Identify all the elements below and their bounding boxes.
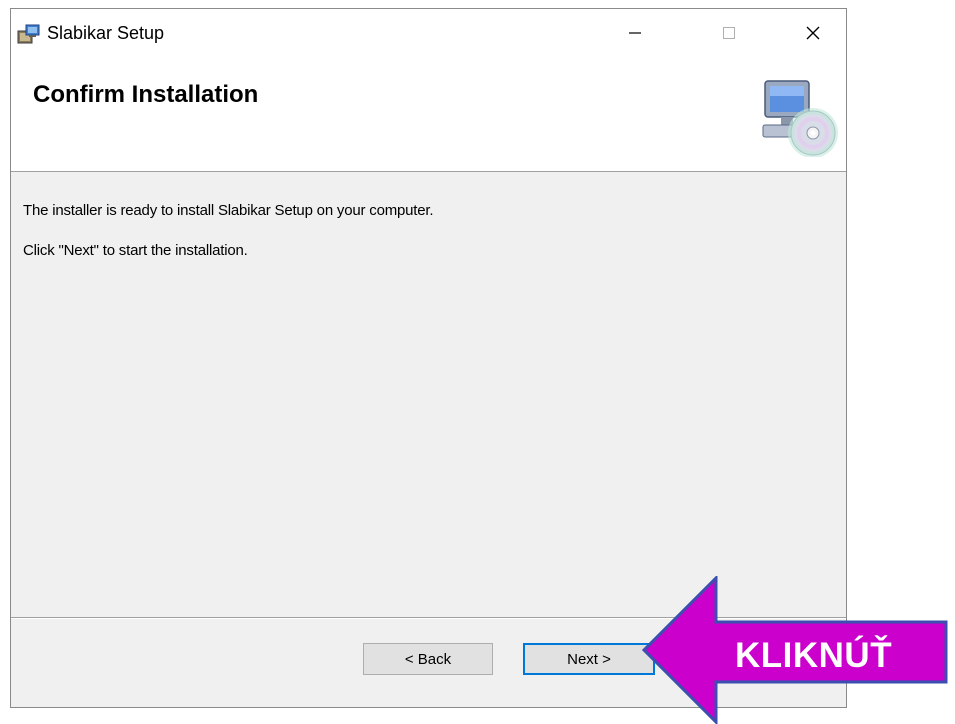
minimize-button[interactable] — [605, 9, 665, 57]
page-title: Confirm Installation — [33, 81, 259, 108]
minimize-icon — [629, 32, 641, 34]
ready-message: The installer is ready to install Slabik… — [23, 202, 434, 219]
instruction-message: Click "Next" to start the installation. — [23, 242, 248, 259]
header-banner: Confirm Installation — [11, 57, 846, 172]
computer-cd-icon — [762, 80, 838, 157]
close-icon — [806, 26, 820, 40]
window-title: Slabikar Setup — [47, 23, 165, 43]
annotation-label: KLIKNÚŤ — [735, 636, 893, 675]
next-button[interactable]: Next > — [523, 643, 655, 675]
title-bar[interactable]: Slabikar Setup — [11, 9, 846, 57]
installer-package-icon — [17, 24, 40, 44]
maximize-button[interactable] — [699, 9, 759, 57]
back-button[interactable]: < Back — [363, 643, 493, 675]
close-button[interactable] — [783, 9, 843, 57]
maximize-icon — [723, 27, 735, 39]
content-area: The installer is ready to install Slabik… — [11, 172, 846, 617]
